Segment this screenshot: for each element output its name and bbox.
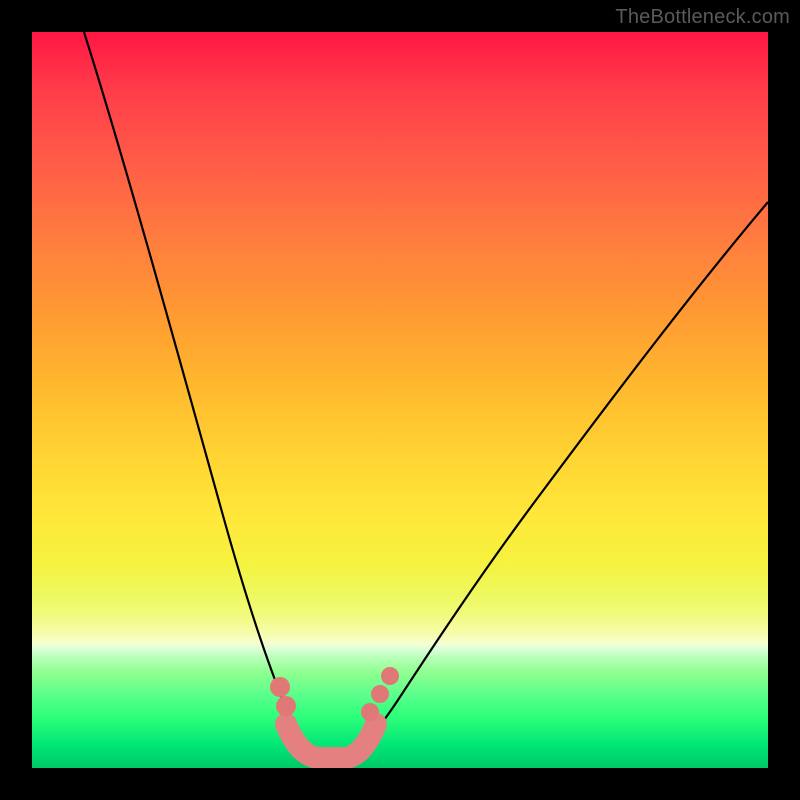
chart-frame [32, 32, 768, 768]
valley-band [286, 724, 376, 758]
watermark-text: TheBottleneck.com [615, 6, 790, 29]
marker-dot [361, 703, 379, 721]
marker-dot [270, 677, 290, 697]
right-curve [348, 202, 768, 760]
chart-svg [32, 32, 768, 768]
left-curve [84, 32, 318, 760]
marker-dot [371, 685, 389, 703]
marker-dot [381, 667, 399, 685]
marker-dot [276, 696, 296, 716]
